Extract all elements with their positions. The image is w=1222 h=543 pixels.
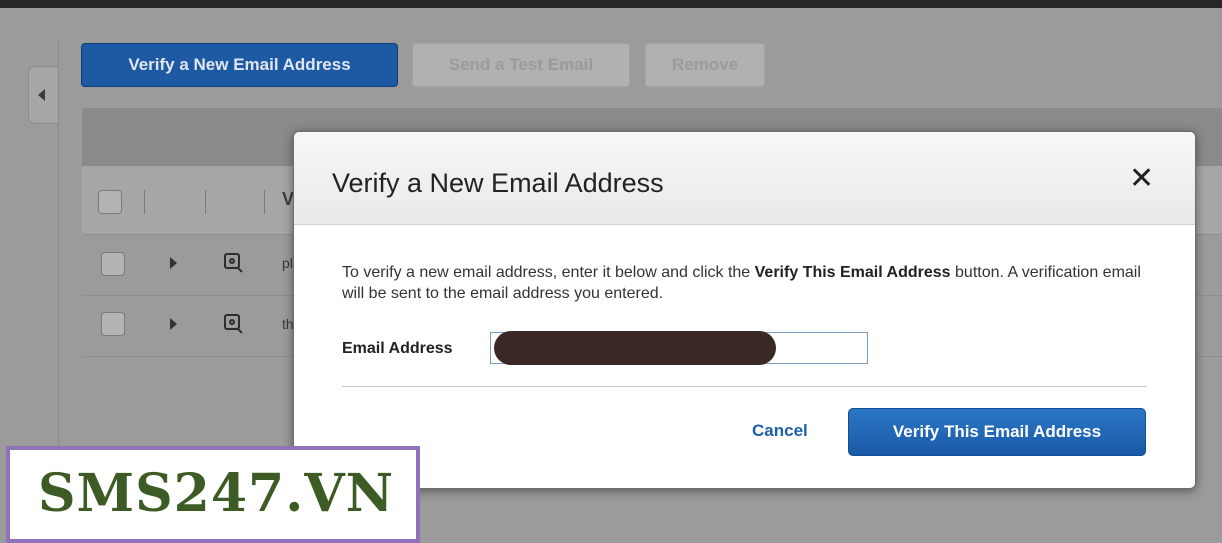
instructions-text: To verify a new email address, enter it … [342, 264, 755, 281]
expand-arrow-icon[interactable] [170, 257, 177, 269]
send-test-email-button: Send a Test Email [412, 43, 630, 87]
watermark-text: SMS247.VN [38, 463, 395, 524]
dialog-header: Verify a New Email Address ✕ [294, 132, 1195, 225]
cancel-button[interactable]: Cancel [752, 421, 808, 441]
dialog-instructions: To verify a new email address, enter it … [342, 262, 1142, 304]
column-divider [144, 190, 145, 214]
verify-this-email-button[interactable]: Verify This Email Address [848, 408, 1146, 456]
close-icon[interactable]: ✕ [1129, 164, 1154, 194]
instructions-bold-text: Verify This Email Address [754, 264, 951, 281]
row-email-text: pl [282, 255, 293, 271]
expand-arrow-icon[interactable] [170, 318, 177, 330]
redaction-mark [494, 331, 776, 365]
verify-new-email-button[interactable]: Verify a New Email Address [81, 43, 398, 87]
dialog-divider [342, 386, 1147, 387]
email-address-label: Email Address [342, 340, 453, 357]
watermark-logo: SMS247.VN [6, 446, 420, 543]
magnifier-icon[interactable] [224, 314, 240, 330]
row-checkbox[interactable] [101, 312, 125, 336]
verify-email-dialog: Verify a New Email Address ✕ To verify a… [293, 131, 1196, 489]
row-email-text: th [282, 316, 294, 332]
column-divider [205, 190, 206, 214]
column-divider [264, 190, 265, 214]
select-all-checkbox[interactable] [98, 190, 122, 214]
window-top-edge [0, 0, 1222, 8]
remove-button: Remove [645, 43, 765, 87]
magnifier-icon[interactable] [224, 253, 240, 269]
dialog-title: Verify a New Email Address [332, 168, 664, 198]
row-checkbox[interactable] [101, 252, 125, 276]
sidebar-collapse-tab[interactable] [28, 66, 58, 124]
chevron-left-icon [38, 89, 45, 101]
